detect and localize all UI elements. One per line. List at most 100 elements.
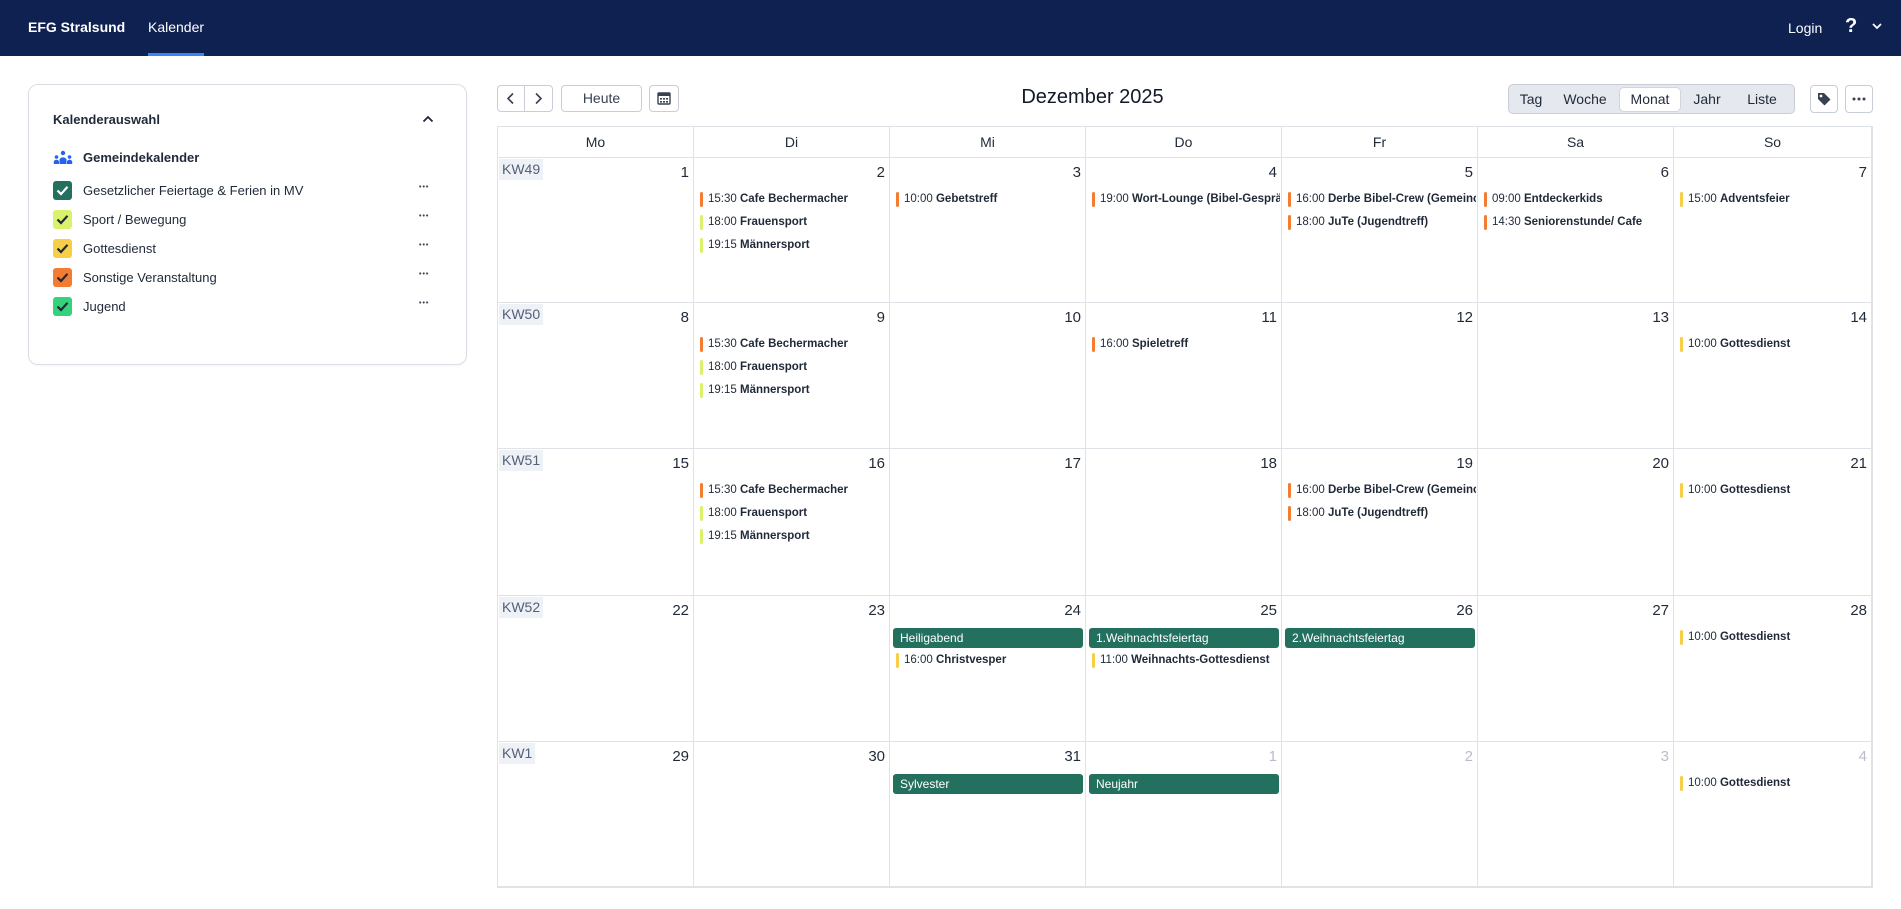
brand-link[interactable]: EFG Stralsund	[28, 19, 125, 35]
day-cell[interactable]: 2 15:30 Cafe Bechermacher 18:00 Frauenspor…	[694, 158, 890, 303]
day-cell[interactable]: 31 Sylvester	[890, 742, 1086, 887]
day-cell[interactable]: 7 15:00 Adventsfeier	[1674, 158, 1872, 303]
calendar-event[interactable]: 14:30 Seniorenstunde/ Cafe	[1484, 214, 1672, 231]
day-number[interactable]: 17	[1064, 455, 1081, 472]
day-number[interactable]: 1	[1269, 748, 1277, 765]
view-woche-button[interactable]: Woche	[1554, 88, 1616, 111]
day-cell[interactable]: 20	[1478, 449, 1674, 596]
all-day-event[interactable]: Neujahr	[1089, 774, 1279, 794]
calendar-event[interactable]: 18:00 JuTe (Jugendtreff)	[1288, 505, 1476, 522]
calendar-event[interactable]: 19:00 Wort-Lounge (Bibel-Gesprä	[1092, 191, 1280, 208]
more-icon[interactable]: •••	[419, 242, 429, 250]
help-icon[interactable]: ?	[1845, 15, 1857, 38]
tags-button[interactable]	[1810, 85, 1838, 113]
day-number[interactable]: 4	[1269, 164, 1277, 181]
day-cell[interactable]: KW52 22	[498, 596, 694, 742]
login-link[interactable]: Login	[1788, 20, 1822, 36]
day-cell[interactable]: 24 Heiligabend 16:00 Christvesper	[890, 596, 1086, 742]
day-cell[interactable]: 19 16:00 Derbe Bibel-Crew (Gemeinc 18:00 J…	[1282, 449, 1478, 596]
day-number[interactable]: 1	[681, 164, 689, 181]
all-day-event[interactable]: Sylvester	[893, 774, 1083, 794]
more-icon[interactable]: •••	[419, 213, 429, 221]
day-cell[interactable]: KW51 15	[498, 449, 694, 596]
day-number[interactable]: 3	[1073, 164, 1081, 181]
more-icon[interactable]: •••	[419, 184, 429, 192]
day-cell[interactable]: 26 2.Weihnachtsfeiertag	[1282, 596, 1478, 742]
day-number[interactable]: 28	[1850, 602, 1867, 619]
day-number[interactable]: 6	[1661, 164, 1669, 181]
week-number[interactable]: KW50	[499, 304, 544, 325]
calendar-event[interactable]: 18:00 Frauensport	[700, 359, 888, 376]
day-number[interactable]: 5	[1465, 164, 1473, 181]
view-monat-button[interactable]: Monat	[1620, 88, 1680, 111]
day-cell[interactable]: 27	[1478, 596, 1674, 742]
next-button[interactable]	[524, 85, 553, 112]
day-number[interactable]: 13	[1652, 309, 1669, 326]
view-liste-button[interactable]: Liste	[1734, 88, 1790, 111]
week-number[interactable]: KW1	[499, 743, 536, 764]
more-icon[interactable]: •••	[419, 271, 429, 279]
day-cell[interactable]: 11 16:00 Spieletreff	[1086, 303, 1282, 449]
day-number[interactable]: 4	[1859, 748, 1867, 765]
day-cell[interactable]: 4 19:00 Wort-Lounge (Bibel-Gesprä	[1086, 158, 1282, 303]
week-number[interactable]: KW51	[499, 450, 544, 471]
calendar-event[interactable]: 10:00 Gebetstreff	[896, 191, 1084, 208]
today-button[interactable]: Heute	[561, 85, 642, 112]
day-number[interactable]: 16	[868, 455, 885, 472]
calendar-event[interactable]: 10:00 Gottesdienst	[1680, 775, 1870, 792]
nav-tab-kalender[interactable]: Kalender	[148, 19, 204, 35]
calendar-event[interactable]: 18:00 Frauensport	[700, 214, 888, 231]
calendar-event[interactable]: 11:00 Weihnachts-Gottesdienst	[1092, 652, 1280, 669]
day-number[interactable]: 20	[1652, 455, 1669, 472]
calendar-event[interactable]: 19:15 Männersport	[700, 237, 888, 254]
day-cell[interactable]: 21 10:00 Gottesdienst	[1674, 449, 1872, 596]
day-cell[interactable]: 9 15:30 Cafe Bechermacher 18:00 Frauenspor…	[694, 303, 890, 449]
day-number[interactable]: 26	[1456, 602, 1473, 619]
day-number[interactable]: 8	[681, 309, 689, 326]
day-cell[interactable]: 23	[694, 596, 890, 742]
calendar-event[interactable]: 16:00 Derbe Bibel-Crew (Gemeinc	[1288, 191, 1476, 208]
chevron-down-icon[interactable]	[1871, 20, 1883, 35]
calendar-item[interactable]: Gesetzlicher Feiertage & Ferien in MV •••	[53, 180, 448, 202]
all-day-event[interactable]: 2.Weihnachtsfeiertag	[1285, 628, 1475, 648]
calendar-item[interactable]: Sonstige Veranstaltung •••	[53, 267, 448, 289]
day-number[interactable]: 3	[1661, 748, 1669, 765]
day-number[interactable]: 15	[672, 455, 689, 472]
calendar-event[interactable]: 09:00 Entdeckerkids	[1484, 191, 1672, 208]
day-cell[interactable]: 4 10:00 Gottesdienst	[1674, 742, 1872, 887]
day-cell[interactable]: 13	[1478, 303, 1674, 449]
calendar-event[interactable]: 10:00 Gottesdienst	[1680, 629, 1870, 646]
calendar-event[interactable]: 18:00 JuTe (Jugendtreff)	[1288, 214, 1476, 231]
day-number[interactable]: 24	[1064, 602, 1081, 619]
all-day-event[interactable]: 1.Weihnachtsfeiertag	[1089, 628, 1279, 648]
calendar-event[interactable]: 16:00 Christvesper	[896, 652, 1084, 669]
day-cell[interactable]: KW50 8	[498, 303, 694, 449]
checkbox-checked-icon[interactable]	[53, 297, 72, 316]
week-number[interactable]: KW49	[499, 159, 544, 180]
day-cell[interactable]: 16 15:30 Cafe Bechermacher 18:00 Frauenspo…	[694, 449, 890, 596]
checkbox-checked-icon[interactable]	[53, 268, 72, 287]
calendar-event[interactable]: 10:00 Gottesdienst	[1680, 482, 1870, 499]
day-cell[interactable]: 25 1.Weihnachtsfeiertag 11:00 Weihnachts-G…	[1086, 596, 1282, 742]
day-number[interactable]: 19	[1456, 455, 1473, 472]
calendar-item[interactable]: Gottesdienst •••	[53, 238, 448, 260]
day-number[interactable]: 9	[877, 309, 885, 326]
day-number[interactable]: 21	[1850, 455, 1867, 472]
day-cell[interactable]: KW1 29	[498, 742, 694, 887]
day-cell[interactable]: 3 10:00 Gebetstreff	[890, 158, 1086, 303]
calendar-event[interactable]: 15:30 Cafe Bechermacher	[700, 191, 888, 208]
day-cell[interactable]: 17	[890, 449, 1086, 596]
day-cell[interactable]: 12	[1282, 303, 1478, 449]
date-picker-button[interactable]	[649, 85, 679, 112]
checkbox-checked-icon[interactable]	[53, 210, 72, 229]
day-cell[interactable]: KW49 1	[498, 158, 694, 303]
calendar-event[interactable]: 10:00 Gottesdienst	[1680, 336, 1870, 353]
calendar-event[interactable]: 16:00 Derbe Bibel-Crew (Gemeinc	[1288, 482, 1476, 499]
day-number[interactable]: 23	[868, 602, 885, 619]
calendar-event[interactable]: 16:00 Spieletreff	[1092, 336, 1280, 353]
week-number[interactable]: KW52	[499, 597, 544, 618]
day-number[interactable]: 22	[672, 602, 689, 619]
day-number[interactable]: 18	[1260, 455, 1277, 472]
day-number[interactable]: 10	[1064, 309, 1081, 326]
prev-button[interactable]	[497, 85, 525, 112]
